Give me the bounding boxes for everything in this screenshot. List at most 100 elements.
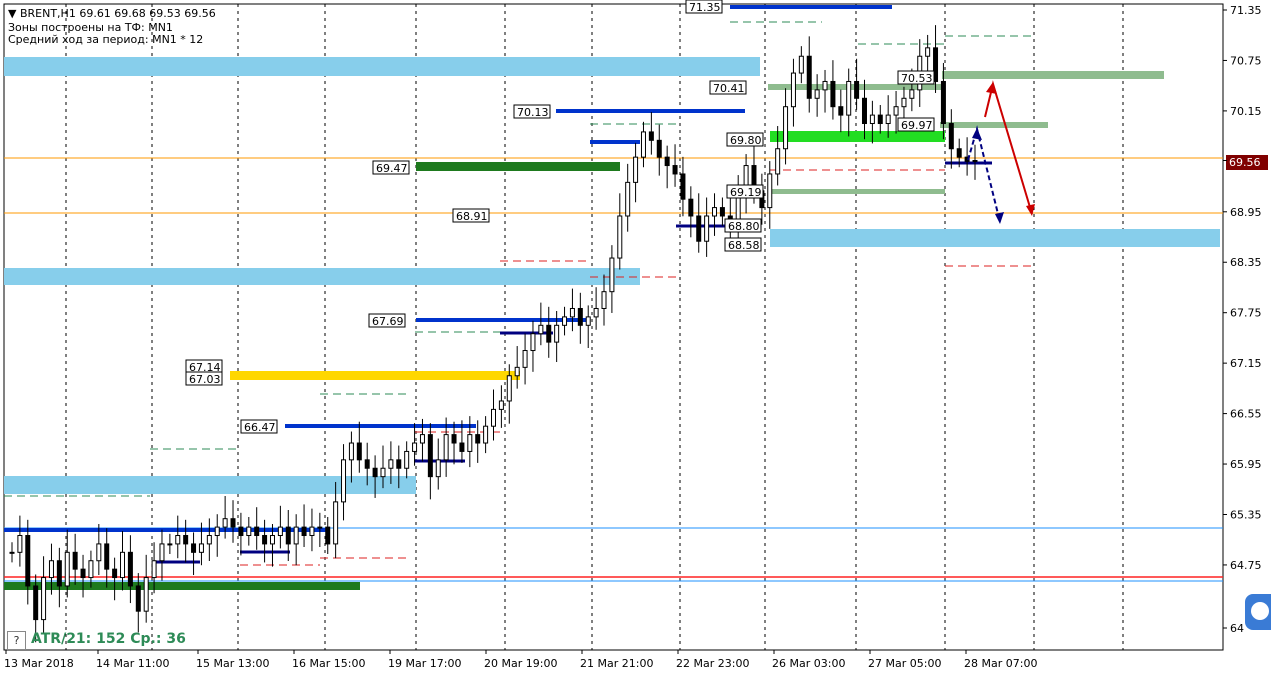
x-tick-label: 13 Mar 2018	[4, 657, 74, 670]
candle-body	[909, 89, 915, 99]
candle-body	[135, 585, 141, 612]
candle-body	[451, 434, 457, 444]
zone-sage-69-2	[768, 189, 945, 194]
candle-body	[419, 434, 425, 444]
price-label: 68.91	[456, 210, 488, 223]
candle-body	[72, 551, 78, 570]
candle-body	[688, 198, 694, 217]
candle-body	[388, 459, 394, 469]
candle-body	[664, 156, 670, 167]
candle-body	[127, 551, 133, 587]
candle-body	[940, 80, 946, 125]
candle-body	[269, 535, 275, 545]
candle-body	[569, 307, 575, 318]
candle-body	[56, 560, 62, 587]
teamviewer-widget-icon[interactable]	[1245, 594, 1271, 630]
x-tick-label: 27 Mar 05:00	[868, 657, 941, 670]
candle-body	[640, 131, 646, 158]
candle-body	[25, 535, 31, 587]
candle-body	[427, 434, 433, 478]
candle-body	[538, 324, 544, 335]
y-tick-label: 64	[1230, 622, 1244, 635]
candle-body	[151, 560, 157, 579]
plot-area	[3, 3, 1224, 651]
candle-body	[767, 173, 773, 209]
candle-body	[41, 577, 47, 621]
price-label: 70.13	[517, 106, 549, 119]
candle-body	[956, 148, 962, 158]
candle-body	[830, 80, 836, 108]
candle-body	[546, 324, 552, 343]
candle-body	[822, 80, 828, 91]
candle-body	[404, 450, 410, 469]
candle-body	[396, 459, 402, 469]
candle-body	[198, 543, 204, 553]
candle-body	[364, 459, 370, 469]
candle-body	[459, 442, 465, 452]
candle-body	[48, 560, 54, 579]
candle-body	[191, 543, 197, 553]
candle-body	[869, 114, 875, 125]
price-label: 71.35	[689, 1, 721, 14]
y-tick-label: 65.95	[1230, 458, 1262, 471]
candle-body	[143, 577, 149, 612]
candle-body	[309, 526, 315, 537]
y-tick-label: 67.75	[1230, 307, 1262, 320]
candle-body	[814, 89, 820, 99]
candle-body	[301, 526, 307, 537]
zone-sky-mid	[4, 268, 640, 285]
x-tick-label: 19 Mar 17:00	[388, 657, 461, 670]
help-box[interactable]: ?	[7, 631, 26, 650]
zone-gold	[230, 371, 520, 380]
candle-body	[277, 526, 283, 537]
candle-body	[893, 106, 899, 116]
candle-body	[159, 543, 165, 562]
candle-body	[617, 215, 623, 259]
candle-body	[514, 366, 520, 377]
y-tick-label: 70.75	[1230, 54, 1262, 67]
x-tick-label: 21 Mar 21:00	[580, 657, 653, 670]
zone-sky-top	[4, 57, 760, 76]
price-label: 68.80	[728, 220, 760, 233]
x-tick-label: 28 Mar 07:00	[964, 657, 1037, 670]
candle-body	[348, 442, 354, 461]
candle-body	[672, 165, 678, 175]
candle-body	[798, 55, 804, 74]
x-tick-label: 16 Mar 15:00	[292, 657, 365, 670]
candle-body	[88, 560, 94, 579]
candle-body	[467, 434, 473, 452]
candle-body	[885, 114, 891, 125]
candle-body	[206, 535, 212, 545]
candle-body	[435, 459, 441, 478]
candle-body	[838, 106, 844, 116]
candle-body	[783, 106, 789, 150]
price-label: 70.41	[713, 82, 745, 95]
candle-body	[593, 307, 599, 318]
candle-body	[901, 97, 907, 108]
chart-root: 71.35 70.41 70.13 69.47 69.80 69.97 70.53 69.19…	[0, 0, 1271, 676]
candle-body	[104, 543, 110, 570]
candle-body	[33, 585, 39, 621]
candle-body	[64, 551, 70, 587]
price-label: 66.47	[244, 421, 276, 434]
zone-lime	[770, 131, 945, 142]
y-tick-label: 65.35	[1230, 508, 1262, 521]
candle-body	[443, 434, 449, 461]
candle-body	[633, 156, 639, 183]
candle-body	[80, 568, 86, 579]
avg-range-header: Средний ход за период: MN1 * 12	[8, 33, 204, 46]
candle-body	[262, 535, 268, 545]
candle-body	[704, 215, 710, 242]
candle-body	[625, 181, 631, 217]
candle-body	[719, 207, 725, 217]
candle-body	[577, 307, 583, 326]
current-price-label: 69.56	[1229, 156, 1261, 169]
price-label: 69.47	[376, 162, 408, 175]
candle-body	[17, 535, 23, 553]
candle-body	[356, 442, 362, 461]
candle-body	[222, 518, 228, 528]
candle-body	[530, 333, 536, 352]
candle-body	[341, 459, 347, 503]
price-label: 69.80	[730, 134, 762, 147]
y-tick-label: 68.35	[1230, 256, 1262, 269]
